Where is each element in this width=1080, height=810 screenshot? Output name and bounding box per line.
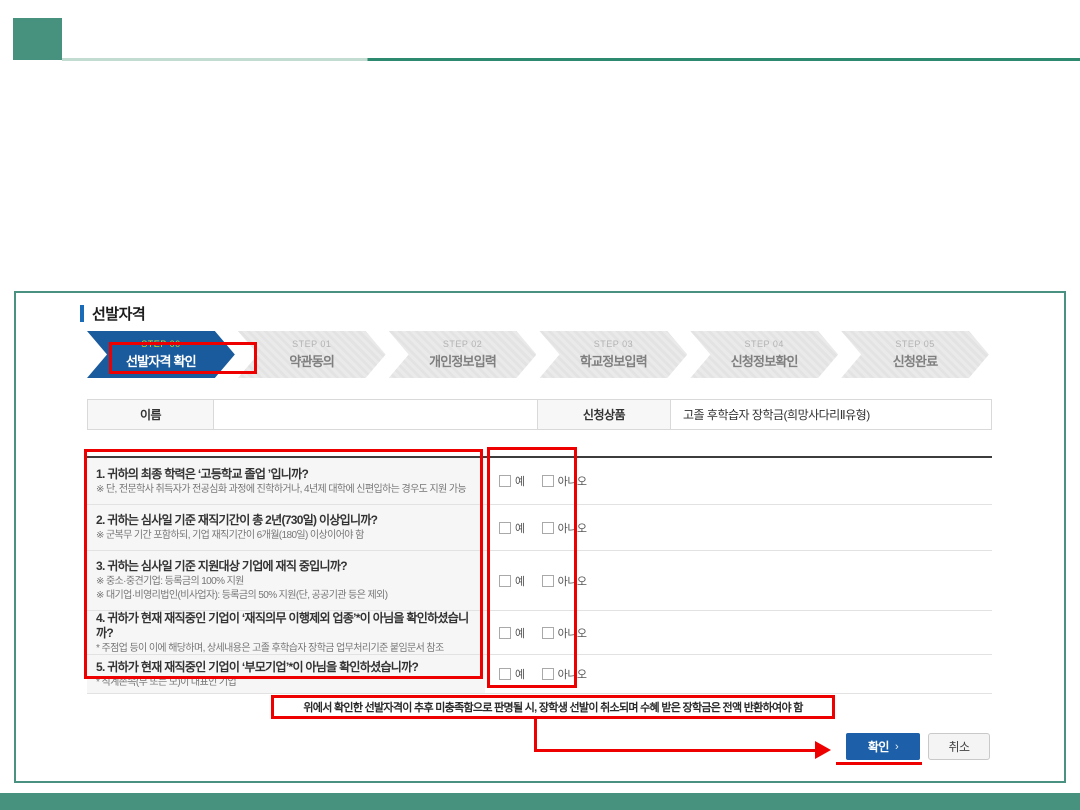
checkbox-label: 아니오 [558, 573, 587, 589]
question-cell-2: 2. 귀하는 심사일 기준 재직기간이 총 2년(730일) 이상입니까?※ 군… [87, 505, 485, 550]
step-number: STEP 00 [141, 339, 180, 349]
warning-note-text: 위에서 확인한 선발자격이 추후 미충족함으로 판명될 시, 장학생 선발이 취… [303, 699, 802, 715]
question-text: 2. 귀하는 심사일 기준 재직기간이 총 2년(730일) 이상입니까? [96, 513, 485, 528]
q3-checkbox-no[interactable]: 아니오 [542, 573, 587, 589]
annotation-arrow-vertical-line [534, 719, 537, 752]
q4-checkbox-yes[interactable]: 예 [499, 625, 525, 641]
question-row-5: 5. 귀하가 현재 재직중인 기업이 ‘부모기업’*이 아님을 확인하셨습니까?… [87, 655, 992, 694]
answer-group-3: 예 아니오 [499, 551, 587, 610]
checkbox-label: 아니오 [558, 625, 587, 641]
step-label: 신청정보확인 [731, 351, 798, 370]
product-label: 신청상품 [538, 400, 670, 429]
step-item-4: STEP 04 신청정보확인 [690, 331, 838, 378]
checkbox-icon[interactable] [542, 668, 554, 680]
name-label: 이름 [88, 400, 213, 429]
question-note: * 직계존속(부 또는 모)이 대표인 기업 [96, 676, 485, 689]
product-value: 고졸 후학습자 장학금(희망사다리Ⅱ유형) [671, 400, 991, 429]
checkbox-icon[interactable] [499, 627, 511, 639]
section-title: 선발자격 [80, 303, 145, 324]
checkbox-icon[interactable] [542, 627, 554, 639]
question-row-2: 2. 귀하는 심사일 기준 재직기간이 총 2년(730일) 이상입니까?※ 군… [87, 505, 992, 551]
question-cell-1: 1. 귀하의 최종 학력은 ‘고등학교 졸업 ’입니까?※ 단, 전문학사 취득… [87, 458, 485, 504]
step-number: STEP 02 [443, 339, 482, 349]
q4-checkbox-no[interactable]: 아니오 [542, 625, 587, 641]
eligibility-question-table: 1. 귀하의 최종 학력은 ‘고등학교 졸업 ’입니까?※ 단, 전문학사 취득… [87, 456, 992, 694]
checkbox-icon[interactable] [499, 575, 511, 587]
annotation-underline-confirm [836, 762, 922, 765]
chevron-right-icon: › [895, 741, 898, 753]
checkbox-icon[interactable] [499, 668, 511, 680]
slide-accent-square [13, 18, 62, 60]
question-cell-4: 4. 귀하가 현재 재직중인 기업이 ‘재직의무 이행제외 업종’*이 아님을 … [87, 611, 485, 654]
section-title-text: 선발자격 [92, 303, 145, 324]
step-label: 신청완료 [893, 351, 938, 370]
step-number: STEP 04 [745, 339, 784, 349]
slide-footer-bar [0, 793, 1080, 810]
question-text: 4. 귀하가 현재 재직중인 기업이 ‘재직의무 이행제외 업종’*이 아님을 … [96, 611, 485, 641]
q1-checkbox-yes[interactable]: 예 [499, 473, 525, 489]
answer-group-4: 예 아니오 [499, 611, 587, 654]
step-number: STEP 03 [594, 339, 633, 349]
name-value [214, 400, 537, 429]
title-accent-bar [80, 305, 84, 322]
warning-note-box: 위에서 확인한 선발자격이 추후 미충족함으로 판명될 시, 장학생 선발이 취… [271, 695, 835, 719]
step-item-3: STEP 03 학교정보입력 [539, 331, 687, 378]
question-text: 1. 귀하의 최종 학력은 ‘고등학교 졸업 ’입니까? [96, 467, 485, 482]
question-text: 5. 귀하가 현재 재직중인 기업이 ‘부모기업’*이 아님을 확인하셨습니까? [96, 660, 485, 675]
step-item-5: STEP 05 신청완료 [841, 331, 989, 378]
answer-group-1: 예 아니오 [499, 458, 587, 504]
step-label: 약관동의 [289, 351, 334, 370]
question-cell-3: 3. 귀하는 심사일 기준 지원대상 기업에 재직 중입니까?※ 중소·중견기업… [87, 551, 485, 610]
confirm-button-label: 확인 [868, 738, 889, 755]
checkbox-label: 예 [515, 666, 525, 682]
question-row-4: 4. 귀하가 현재 재직중인 기업이 ‘재직의무 이행제외 업종’*이 아님을 … [87, 611, 992, 655]
checkbox-label: 예 [515, 625, 525, 641]
question-note: * 주점업 등이 이에 해당하며, 상세내용은 고졸 후학습자 장학금 업무처리… [96, 642, 485, 655]
q2-checkbox-no[interactable]: 아니오 [542, 520, 587, 536]
checkbox-label: 아니오 [558, 666, 587, 682]
checkbox-label: 아니오 [558, 520, 587, 536]
answer-group-2: 예 아니오 [499, 505, 587, 550]
cancel-button[interactable]: 취소 [928, 733, 990, 760]
q5-checkbox-yes[interactable]: 예 [499, 666, 525, 682]
q1-checkbox-no[interactable]: 아니오 [542, 473, 587, 489]
question-note: ※ 군복무 기간 포함하되, 기업 재직기간이 6개월(180일) 이상이어야 … [96, 529, 485, 542]
step-label: 학교정보입력 [580, 351, 647, 370]
question-row-1: 1. 귀하의 최종 학력은 ‘고등학교 졸업 ’입니까?※ 단, 전문학사 취득… [87, 458, 992, 505]
step-label: 선발자격 확인 [126, 351, 196, 370]
application-panel: 선발자격 STEP 00 선발자격 확인 STEP 01 약관동의 STEP 02 개인정… [14, 291, 1066, 783]
checkbox-label: 예 [515, 573, 525, 589]
step-progress-bar: STEP 00선발자격 확인STEP 01약관동의STEP 02개인정보입력ST… [87, 331, 992, 378]
step-item-1: STEP 01 약관동의 [238, 331, 386, 378]
question-cell-5: 5. 귀하가 현재 재직중인 기업이 ‘부모기업’*이 아님을 확인하셨습니까?… [87, 655, 485, 693]
step-item-0: STEP 00 선발자격 확인 [87, 331, 235, 378]
step-number: STEP 01 [292, 339, 331, 349]
q5-checkbox-no[interactable]: 아니오 [542, 666, 587, 682]
checkbox-icon[interactable] [499, 522, 511, 534]
question-note: ※ 중소·중견기업: 등록금의 100% 지원 [96, 575, 485, 588]
q2-checkbox-yes[interactable]: 예 [499, 520, 525, 536]
applicant-info-table: 이름 신청상품 고졸 후학습자 장학금(희망사다리Ⅱ유형) [87, 399, 992, 430]
answer-group-5: 예 아니오 [499, 655, 587, 693]
checkbox-label: 예 [515, 473, 525, 489]
checkbox-icon[interactable] [542, 475, 554, 487]
annotation-arrow-horizontal-line [534, 749, 816, 752]
checkbox-icon[interactable] [542, 575, 554, 587]
slide-divider-line [62, 58, 1080, 61]
question-text: 3. 귀하는 심사일 기준 지원대상 기업에 재직 중입니까? [96, 559, 485, 574]
checkbox-icon[interactable] [542, 522, 554, 534]
checkbox-label: 아니오 [558, 473, 587, 489]
checkbox-icon[interactable] [499, 475, 511, 487]
step-item-2: STEP 02 개인정보입력 [389, 331, 537, 378]
question-row-3: 3. 귀하는 심사일 기준 지원대상 기업에 재직 중입니까?※ 중소·중견기업… [87, 551, 992, 611]
question-note: ※ 대기업·비영리법인(비사업자): 등록금의 50% 지원(단, 공공기관 등… [96, 589, 485, 602]
q3-checkbox-yes[interactable]: 예 [499, 573, 525, 589]
checkbox-label: 예 [515, 520, 525, 536]
annotation-arrowhead-icon [815, 741, 831, 759]
question-note: ※ 단, 전문학사 취득자가 전공심화 과정에 진학하거나, 4년제 대학에 신… [96, 483, 485, 496]
confirm-button[interactable]: 확인 › [846, 733, 920, 760]
step-number: STEP 05 [895, 339, 934, 349]
step-label: 개인정보입력 [429, 351, 496, 370]
